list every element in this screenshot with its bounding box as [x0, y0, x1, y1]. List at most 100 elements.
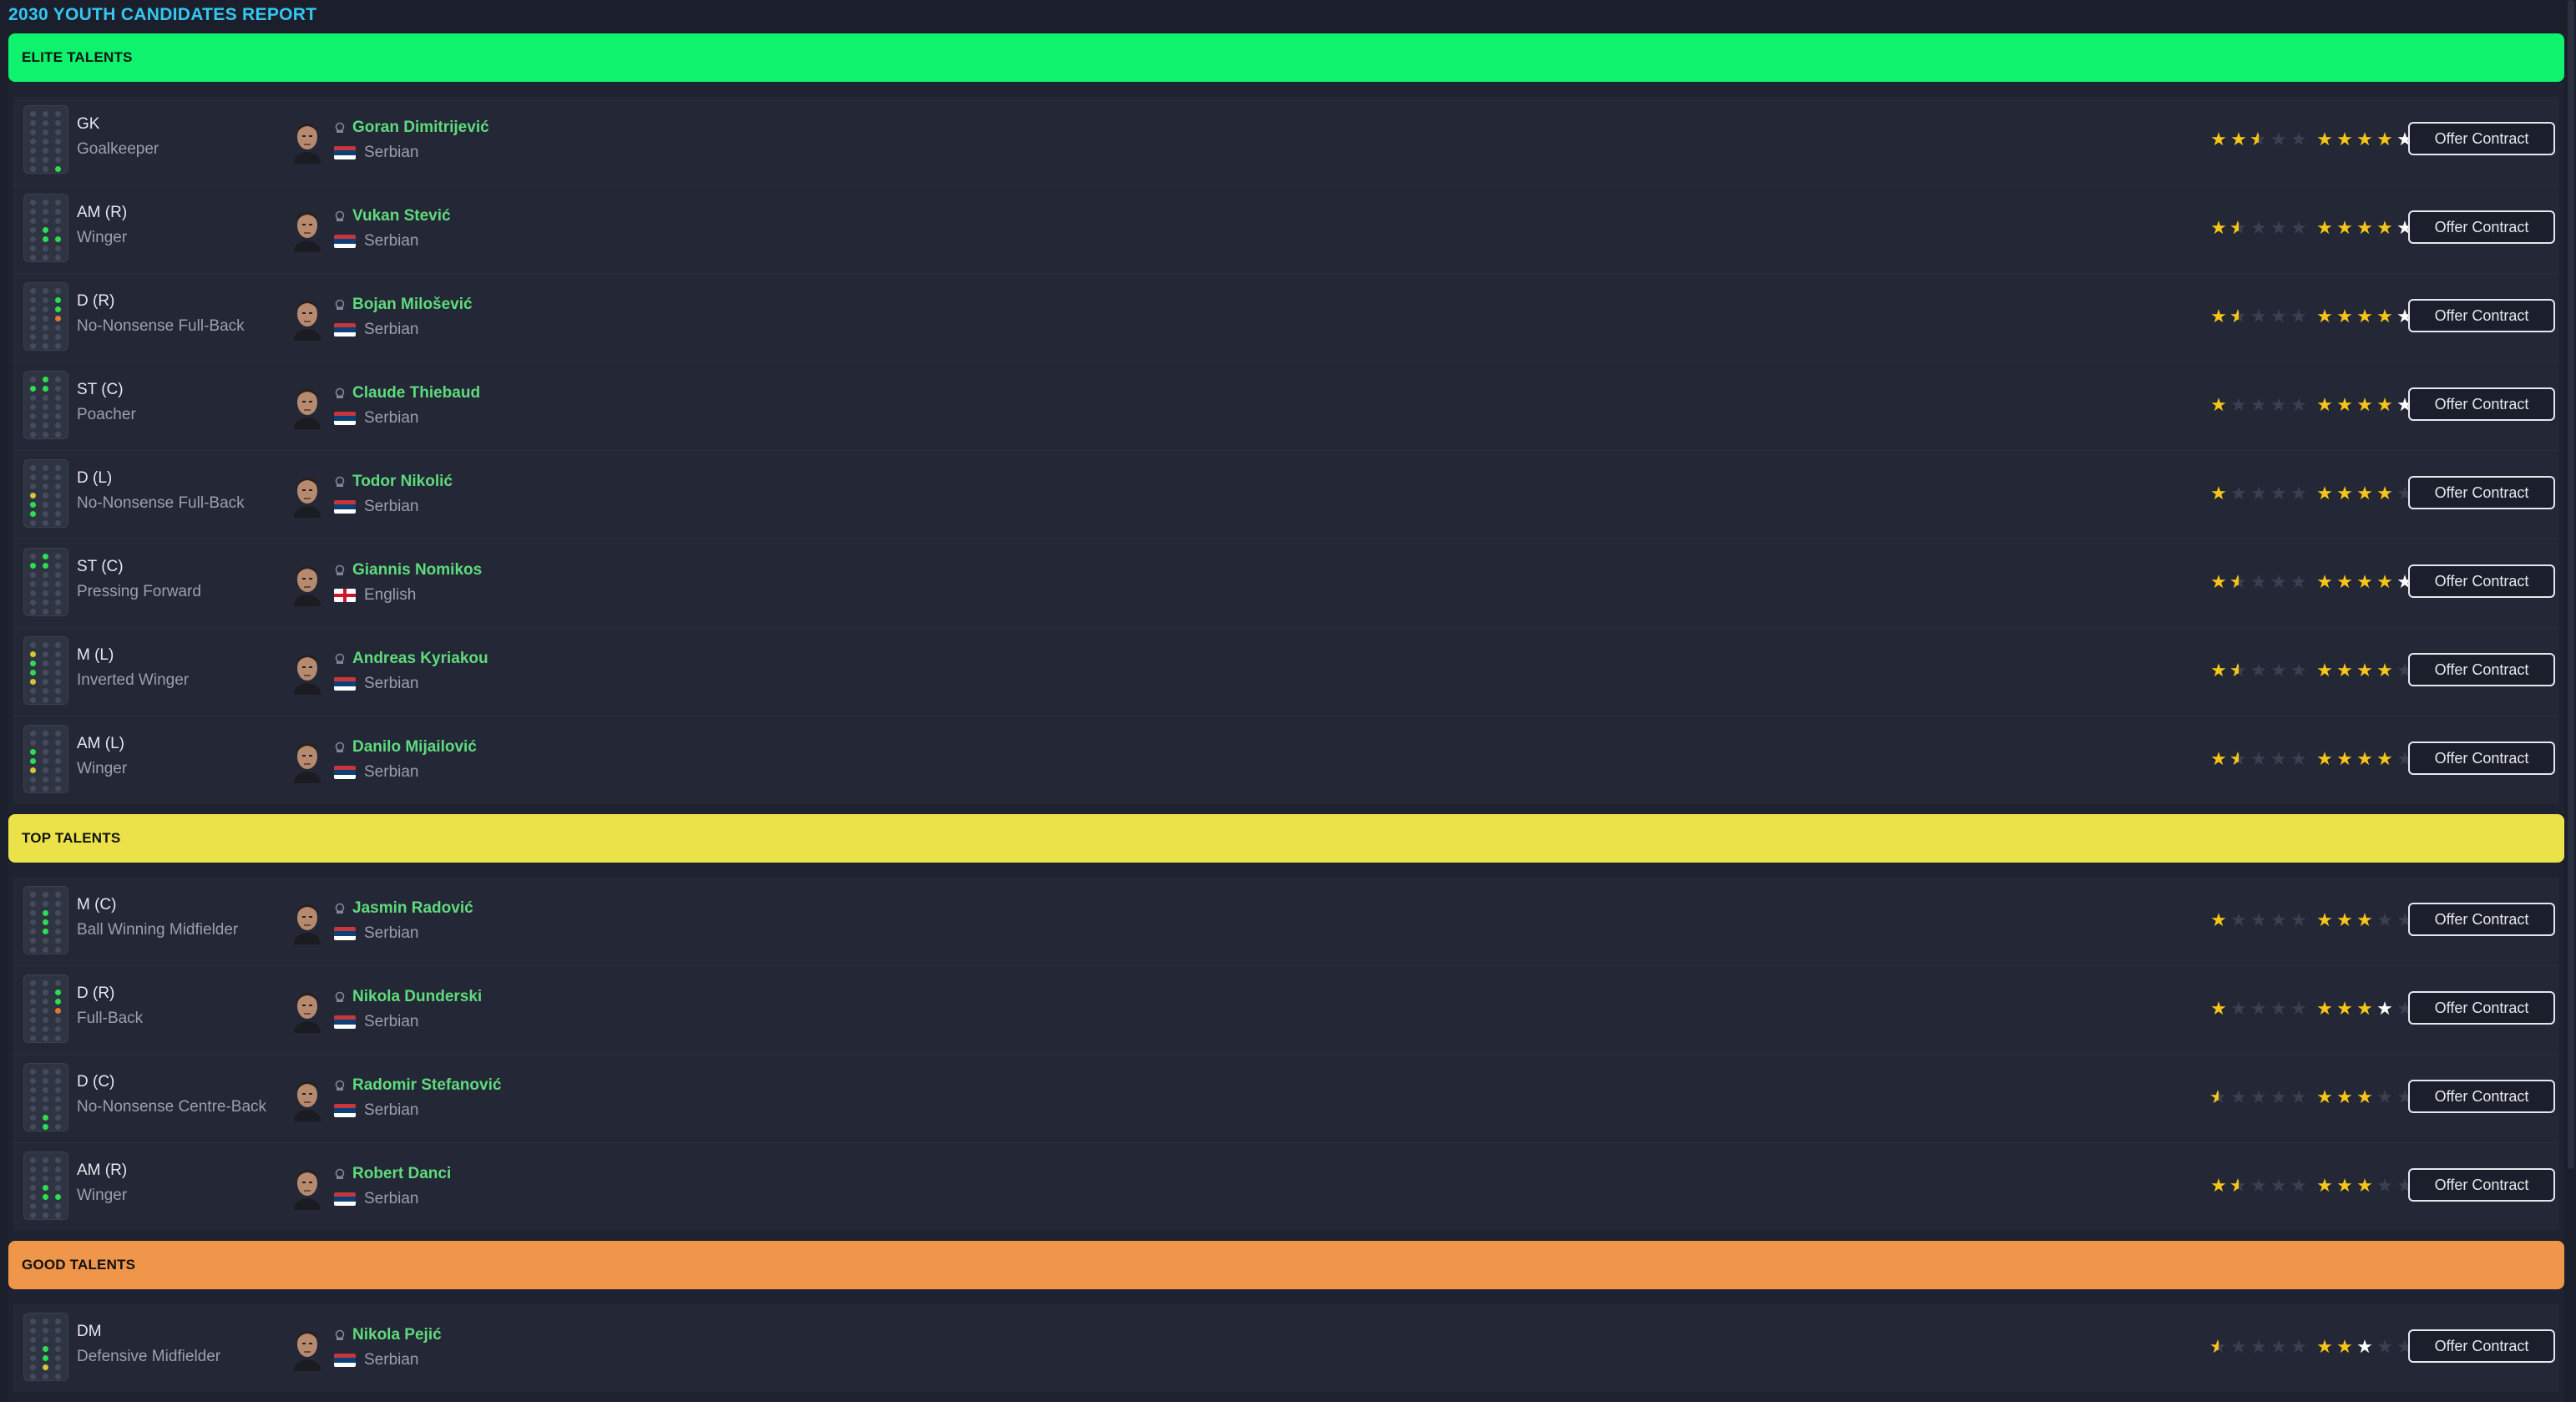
pitch-dot	[43, 166, 48, 172]
star-icon: ★	[2376, 909, 2393, 930]
player-row[interactable]: AM (L) Winger Danilo Mijailović Serbian ★ ★ ★ ★…	[13, 716, 2559, 804]
pitch-dot	[43, 777, 48, 782]
pitch-dot	[55, 120, 61, 126]
potential-ability-stars: ★ ★ ★ ★ ★	[2315, 573, 2414, 591]
pitch-dot	[43, 731, 48, 736]
nationality-line: Serbian	[334, 1013, 482, 1031]
offer-contract-button[interactable]: Offer Contract	[2408, 299, 2555, 332]
pitch-dot	[43, 670, 48, 676]
player-name-link[interactable]: Vukan Stević	[352, 207, 451, 225]
player-name-link[interactable]: Todor Nikolić	[352, 473, 453, 491]
potential-ability-stars: ★ ★ ★ ★ ★	[2315, 911, 2414, 929]
pitch-dot	[55, 316, 61, 321]
pitch-dot	[30, 910, 36, 916]
offer-contract-button[interactable]: Offer Contract	[2408, 476, 2555, 509]
star-icon: ★	[2336, 998, 2353, 1019]
pitch-dot	[55, 1318, 61, 1324]
pitch-dot	[43, 316, 48, 321]
pitch-dot	[30, 1026, 36, 1032]
pitch-dot	[30, 1337, 36, 1343]
position-pitch-icon	[23, 886, 68, 954]
player-info: Todor Nikolić Serbian	[334, 473, 453, 516]
position-code: AM (R)	[77, 1162, 128, 1179]
player-name-link[interactable]: Jasmin Radović	[352, 899, 473, 918]
player-row[interactable]: M (C) Ball Winning Midfielder Jasmin Radov…	[13, 878, 2559, 965]
offer-contract-button[interactable]: Offer Contract	[2408, 564, 2555, 598]
offer-contract-button[interactable]: Offer Contract	[2408, 1080, 2555, 1113]
player-name-link[interactable]: Bojan Milošević	[352, 296, 473, 314]
pitch-dot	[55, 236, 61, 242]
position-role: Goalkeeper	[77, 140, 159, 158]
pitch-dot	[30, 157, 36, 163]
pitch-dot	[55, 731, 61, 736]
pitch-dot	[55, 1374, 61, 1379]
player-name-link[interactable]: Nikola Pejić	[352, 1326, 442, 1344]
player-row[interactable]: AM (R) Winger Vukan Stević Serbian ★ ★ ★ ★ ★ ★ ★ ★ ★…	[13, 185, 2559, 273]
offer-contract-button[interactable]: Offer Contract	[2408, 1168, 2555, 1202]
player-name-link[interactable]: Danilo Mijailović	[352, 738, 477, 757]
pitch-dot	[30, 1185, 36, 1191]
star-icon: ★	[2250, 1175, 2267, 1196]
player-head-icon	[334, 741, 346, 753]
name-line: Andreas Kyriakou	[334, 650, 488, 668]
player-row[interactable]: GK Goalkeeper Goran Dimitrijević Serbian ★ ★ ★…	[13, 97, 2559, 185]
star-icon: ★	[2316, 394, 2333, 415]
player-row[interactable]: ST (C) Poacher Claude Thiebaud Serbian ★ ★ ★ ★ ★…	[13, 362, 2559, 450]
star-icon: ★	[2250, 998, 2267, 1019]
pitch-dot	[30, 929, 36, 934]
player-row[interactable]: M (L) Inverted Winger Andreas Kyriakou Serb…	[13, 627, 2559, 716]
serbia-flag-icon	[334, 927, 356, 940]
player-name-link[interactable]: Andreas Kyriakou	[352, 650, 488, 668]
star-icon: ★	[2336, 394, 2353, 415]
star-icon: ★	[2336, 217, 2353, 238]
player-row[interactable]: DM Defensive Midfielder Nikola Pejić Serbia…	[13, 1304, 2559, 1392]
offer-contract-button[interactable]: Offer Contract	[2408, 387, 2555, 421]
position-role: No-Nonsense Centre-Back	[77, 1098, 267, 1116]
pitch-dot	[43, 236, 48, 242]
player-row[interactable]: D (L) No-Nonsense Full-Back Todor Nikolić S…	[13, 450, 2559, 539]
position-code: AM (R)	[77, 204, 128, 221]
pitch-dot	[30, 166, 36, 172]
player-name-link[interactable]: Claude Thiebaud	[352, 384, 480, 402]
offer-contract-button[interactable]: Offer Contract	[2408, 210, 2555, 244]
player-name-link[interactable]: Goran Dimitrijević	[352, 119, 489, 137]
pitch-dot	[55, 1194, 61, 1200]
offer-contract-button[interactable]: Offer Contract	[2408, 653, 2555, 686]
nationality-label: Serbian	[364, 763, 419, 781]
star-icon: ★	[2336, 660, 2353, 681]
current-ability-stars: ★ ★ ★ ★ ★	[2209, 571, 2308, 592]
scrollbar[interactable]	[2568, 0, 2574, 1169]
pitch-dot	[30, 938, 36, 944]
player-row[interactable]: AM (R) Winger Robert Danci Serbian ★ ★ ★ ★ ★ ★ ★ ★ ★…	[13, 1142, 2559, 1231]
player-row[interactable]: D (R) No-Nonsense Full-Back Bojan Miloševi…	[13, 273, 2559, 362]
nationality-line: Serbian	[334, 1190, 451, 1208]
star-icon: ★	[2290, 394, 2307, 415]
player-name-link[interactable]: Robert Danci	[352, 1165, 451, 1183]
player-row[interactable]: D (R) Full-Back Nikola Dunderski Serbian ★ ★ ★…	[13, 965, 2559, 1054]
offer-contract-button[interactable]: Offer Contract	[2408, 122, 2555, 155]
offer-contract-button[interactable]: Offer Contract	[2408, 991, 2555, 1025]
player-name-link[interactable]: Giannis Nomikos	[352, 561, 482, 580]
position-role: Ball Winning Midfielder	[77, 921, 239, 939]
player-info: Jasmin Radović Serbian	[334, 899, 473, 943]
offer-contract-button[interactable]: Offer Contract	[2408, 1329, 2555, 1363]
star-icon: ★	[2376, 571, 2393, 592]
player-name-link[interactable]: Radomir Stefanović	[352, 1076, 501, 1095]
section-header: GOOD TALENTS	[8, 1241, 2564, 1289]
player-face-avatar	[289, 119, 326, 164]
player-row[interactable]: D (C) No-Nonsense Centre-Back Radomir Stef…	[13, 1054, 2559, 1142]
pitch-dot	[30, 758, 36, 764]
pitch-dot	[43, 767, 48, 773]
star-icon: ★	[2250, 571, 2267, 592]
star-icon: ★	[2376, 748, 2393, 769]
offer-contract-button[interactable]: Offer Contract	[2408, 903, 2555, 936]
pitch-dot	[43, 1078, 48, 1084]
pitch-dot	[30, 563, 36, 569]
player-row[interactable]: ST (C) Pressing Forward Giannis Nomikos Eng…	[13, 539, 2559, 627]
pitch-dot	[43, 1374, 48, 1379]
serbia-flag-icon	[334, 766, 356, 779]
player-name-link[interactable]: Nikola Dunderski	[352, 988, 482, 1006]
offer-contract-button[interactable]: Offer Contract	[2408, 741, 2555, 775]
pitch-dot	[55, 777, 61, 782]
pitch-dot	[30, 1194, 36, 1200]
